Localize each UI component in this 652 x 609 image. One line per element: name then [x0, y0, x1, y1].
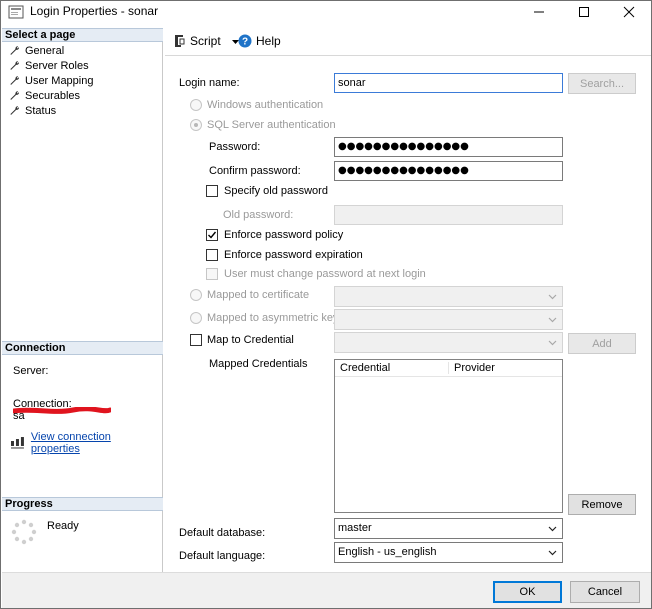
mapped-asymmetric-key-radio[interactable] — [190, 312, 202, 324]
sql-auth-radio[interactable] — [190, 119, 202, 131]
script-button[interactable]: Script — [172, 34, 240, 48]
app-icon — [8, 5, 24, 19]
checkmark-icon — [208, 231, 217, 239]
old-password-input[interactable] — [334, 205, 563, 225]
page-user-mapping-label: User Mapping — [25, 74, 94, 87]
mapped-credentials-label: Mapped Credentials — [209, 358, 308, 370]
svg-text:?: ? — [242, 37, 248, 48]
sql-auth-label: SQL Server authentication — [207, 119, 336, 131]
script-label: Script — [190, 34, 221, 48]
grid-column-divider — [448, 362, 449, 374]
left-pane: Select a page General Server Roles User … — [2, 28, 163, 572]
login-name-input[interactable]: sonar — [334, 73, 563, 93]
minimize-icon — [533, 11, 544, 13]
page-securables-label: Securables — [25, 89, 81, 102]
wrench-icon — [10, 106, 19, 115]
default-language-value: English - us_english — [338, 546, 437, 558]
default-database-combo[interactable]: master — [334, 518, 563, 539]
chevron-down-icon — [548, 526, 557, 532]
help-button[interactable]: ? Help — [238, 34, 281, 48]
wrench-icon — [10, 61, 19, 70]
must-change-label: User must change password at next login — [224, 268, 426, 280]
help-icon: ? — [238, 34, 252, 48]
progress-status: Ready — [47, 520, 79, 532]
grid-header: Credential Provider — [335, 360, 562, 377]
enforce-expiration-label: Enforce password expiration — [224, 249, 363, 261]
wrench-icon — [10, 46, 19, 55]
enforce-policy-checkbox[interactable] — [206, 229, 218, 241]
specify-old-password-checkbox[interactable] — [206, 185, 218, 197]
wrench-icon — [10, 76, 19, 85]
page-status[interactable]: Status — [9, 103, 56, 118]
chevron-down-icon — [548, 550, 557, 556]
window-title: Login Properties - sonar — [30, 4, 159, 18]
help-label: Help — [256, 34, 281, 48]
default-language-combo[interactable]: English - us_english — [334, 542, 563, 563]
page-status-label: Status — [25, 104, 57, 117]
close-icon — [623, 6, 634, 18]
mapped-asymmetric-key-label: Mapped to asymmetric key — [207, 312, 339, 324]
map-to-credential-label: Map to Credential — [207, 334, 294, 346]
confirm-password-label: Confirm password: — [209, 165, 301, 177]
page-general[interactable]: General — [9, 43, 64, 58]
add-button[interactable]: Add — [568, 333, 636, 354]
close-button[interactable] — [606, 1, 651, 23]
page-securables[interactable]: Securables — [9, 88, 80, 103]
page-user-mapping[interactable]: User Mapping — [9, 73, 93, 88]
connection-header: Connection — [2, 341, 163, 355]
enforce-policy-label: Enforce password policy — [224, 229, 344, 241]
remove-button[interactable]: Remove — [568, 494, 636, 515]
script-icon — [175, 35, 185, 47]
select-page-header: Select a page — [2, 28, 163, 42]
windows-auth-label: Windows authentication — [207, 99, 324, 111]
enforce-expiration-checkbox[interactable] — [206, 249, 218, 261]
mapped-credentials-grid[interactable]: Credential Provider — [334, 359, 563, 513]
password-input[interactable]: ●●●●●●●●●●●●●●● — [334, 137, 563, 157]
chevron-down-icon — [548, 317, 557, 323]
grid-column-provider[interactable]: Provider — [454, 362, 495, 374]
page-server-roles-label: Server Roles — [25, 59, 89, 72]
grid-column-credential[interactable]: Credential — [340, 362, 390, 374]
login-properties-window: Login Properties - sonar Select a page G… — [0, 0, 652, 609]
default-database-value: master — [338, 522, 372, 534]
default-language-label: Default language: — [179, 550, 266, 562]
old-password-label: Old password: — [223, 209, 294, 221]
view-connection-properties[interactable]: View connection properties — [11, 431, 162, 455]
connection-label: Connection: — [13, 398, 72, 410]
mapped-certificate-radio[interactable] — [190, 289, 202, 301]
default-database-label: Default database: — [179, 527, 266, 539]
progress-header: Progress — [2, 497, 163, 511]
minimize-button[interactable] — [516, 1, 561, 23]
search-button[interactable]: Search... — [568, 73, 636, 94]
password-label: Password: — [209, 141, 261, 153]
progress-spinner-icon — [11, 519, 37, 545]
server-label: Server: — [13, 365, 49, 377]
maximize-button[interactable] — [561, 1, 606, 23]
confirm-password-input[interactable]: ●●●●●●●●●●●●●●● — [334, 161, 563, 181]
chevron-down-icon — [548, 340, 557, 346]
login-name-label: Login name: — [179, 77, 240, 89]
connection-properties-icon — [11, 437, 24, 449]
ok-button[interactable]: OK — [493, 581, 562, 603]
maximize-icon — [578, 7, 589, 17]
page-server-roles[interactable]: Server Roles — [9, 58, 89, 73]
wrench-icon — [10, 91, 19, 100]
mapped-certificate-label: Mapped to certificate — [207, 289, 310, 301]
asymmetric-key-combo[interactable] — [334, 309, 563, 330]
certificate-combo[interactable] — [334, 286, 563, 307]
toolbar: Script ? Help — [165, 28, 651, 55]
title-bar: Login Properties - sonar — [1, 1, 651, 23]
map-to-credential-checkbox[interactable] — [190, 334, 202, 346]
page-general-label: General — [25, 44, 65, 57]
must-change-checkbox[interactable] — [206, 268, 218, 280]
view-connection-link[interactable]: View connection properties — [31, 431, 162, 455]
connection-value: sa — [13, 410, 25, 422]
cancel-button[interactable]: Cancel — [570, 581, 640, 603]
windows-auth-radio[interactable] — [190, 99, 202, 111]
specify-old-password-label: Specify old password — [224, 185, 328, 197]
credential-combo[interactable] — [334, 332, 563, 353]
chevron-down-icon — [548, 294, 557, 300]
